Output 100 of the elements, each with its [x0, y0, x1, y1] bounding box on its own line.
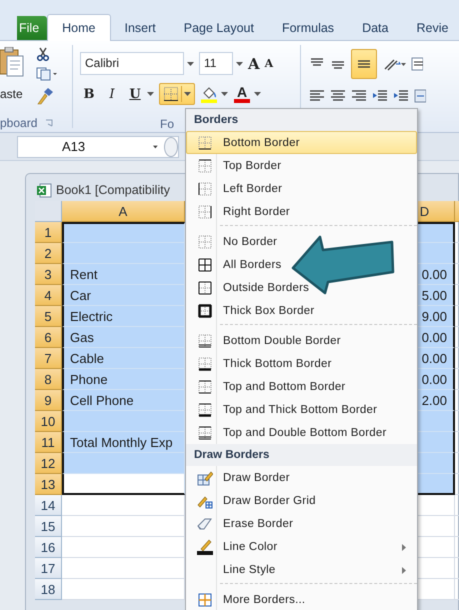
row-header[interactable]: 17 — [35, 558, 62, 579]
increase-indent-icon[interactable] — [393, 89, 409, 103]
menu-item[interactable]: Top Border — [186, 154, 417, 177]
merge-icon[interactable] — [414, 89, 426, 103]
menu-item[interactable]: Line Style — [186, 558, 417, 581]
ribbon-tab[interactable]: Page Layout — [170, 16, 268, 40]
ribbon-tab[interactable]: Revie — [402, 16, 459, 40]
row-header[interactable]: 16 — [35, 537, 62, 558]
row-header[interactable]: 6 — [35, 327, 62, 348]
menu-item[interactable]: No Border — [186, 230, 417, 253]
caret-icon[interactable] — [221, 92, 228, 96]
border-icon — [198, 258, 212, 272]
border-icon — [198, 426, 212, 440]
border-icon — [198, 136, 212, 150]
table-cell[interactable]: Cell Phone — [62, 390, 185, 411]
ribbon-tab[interactable]: Home — [47, 14, 110, 41]
row-header[interactable]: 9 — [35, 390, 62, 411]
border-icon — [163, 86, 179, 102]
align-center-icon[interactable] — [330, 89, 346, 103]
border-icon — [198, 158, 212, 172]
eraser-icon — [197, 516, 213, 530]
caret-icon — [184, 92, 191, 96]
row-header[interactable]: 1 — [35, 222, 62, 243]
menu-item[interactable]: Line Color — [186, 535, 417, 558]
border-icon — [198, 182, 212, 196]
border-icon — [198, 380, 212, 394]
border-icon — [198, 280, 212, 294]
row-header[interactable]: 4 — [35, 285, 62, 306]
table-cell[interactable]: Electric — [62, 306, 185, 327]
ribbon-tab[interactable]: File — [17, 16, 48, 40]
border-icon — [198, 334, 212, 348]
row-header[interactable]: 5 — [35, 306, 62, 327]
menu-section-title: Borders — [186, 109, 417, 131]
paste-label[interactable]: aste — [0, 87, 23, 101]
menu-item[interactable]: More Borders... — [186, 588, 417, 610]
row-header[interactable]: 11 — [35, 432, 62, 453]
row-header[interactable]: 8 — [35, 369, 62, 390]
pencil-grid-icon — [197, 470, 213, 486]
fill-color-icon[interactable] — [200, 85, 218, 104]
font-size-box[interactable]: 11 — [199, 52, 233, 75]
caret-icon[interactable] — [153, 144, 158, 148]
menu-item[interactable]: Left Border — [186, 177, 417, 200]
table-cell[interactable]: Car — [62, 285, 185, 306]
menu-item[interactable]: Draw Border Grid — [186, 489, 417, 512]
row-header[interactable]: 12 — [35, 453, 62, 474]
border-icon — [198, 204, 212, 218]
group-label: pboard — [0, 116, 38, 130]
excel-file-icon — [37, 182, 52, 198]
row-header[interactable]: 18 — [35, 579, 62, 600]
border-icon — [198, 234, 212, 248]
align-left-icon[interactable] — [309, 89, 325, 103]
row-header[interactable]: 13 — [35, 474, 62, 495]
table-cell[interactable]: Total Monthly Exp — [62, 432, 185, 453]
shrink-font-button[interactable]: A — [264, 57, 274, 70]
font-color-button[interactable]: A — [233, 85, 251, 104]
caret-icon[interactable] — [254, 92, 261, 96]
menu-item[interactable]: Draw Border — [186, 466, 417, 489]
table-cell[interactable]: Cable — [62, 348, 185, 369]
ribbon-tab[interactable]: Formulas — [268, 16, 348, 40]
align-right-icon[interactable] — [351, 89, 367, 103]
wrap-text-icon[interactable] — [411, 56, 423, 72]
paste-icon[interactable] — [0, 47, 24, 77]
font-name-box[interactable]: Calibri — [80, 52, 184, 75]
format-painter-icon[interactable] — [36, 87, 54, 105]
bottom-align-icon — [358, 60, 370, 68]
pencil-line-icon — [197, 538, 213, 554]
table-cell[interactable] — [62, 222, 185, 243]
row-header[interactable]: 10 — [35, 411, 62, 432]
row-header[interactable]: 14 — [35, 495, 62, 516]
table-cell[interactable]: Phone — [62, 369, 185, 390]
caret-icon[interactable] — [147, 92, 154, 96]
scissors-icon[interactable] — [36, 47, 50, 61]
underline-button[interactable]: U — [126, 86, 144, 102]
caret-icon[interactable] — [236, 62, 243, 66]
ribbon-tab[interactable]: Insert — [110, 16, 170, 40]
grow-font-button[interactable]: A — [248, 54, 260, 72]
row-header[interactable]: 2 — [35, 243, 62, 264]
bottom-align-button[interactable] — [351, 49, 377, 79]
row-header[interactable]: 15 — [35, 516, 62, 537]
row-header[interactable]: 3 — [35, 264, 62, 285]
column-header[interactable]: A — [62, 201, 185, 222]
border-icon — [198, 304, 212, 318]
menu-item[interactable]: Top and Double Bottom Border — [186, 421, 417, 444]
name-box[interactable]: A13 — [62, 139, 86, 154]
menu-item[interactable]: Bottom Border — [186, 131, 417, 154]
row-header[interactable]: 7 — [35, 348, 62, 369]
table-cell[interactable]: Rent — [62, 264, 185, 285]
table-cell[interactable]: Gas — [62, 327, 185, 348]
bold-button[interactable]: B — [80, 86, 98, 102]
italic-button[interactable]: I — [103, 86, 121, 102]
menu-item[interactable]: Erase Border — [186, 512, 417, 535]
group-label: Fo — [160, 116, 174, 131]
grid-icon — [198, 592, 212, 606]
border-icon — [198, 356, 212, 370]
copy-icon[interactable] — [36, 67, 58, 81]
decrease-indent-icon[interactable] — [372, 89, 388, 103]
workbook-title: Book1 [Compatibility — [56, 183, 170, 197]
ribbon-tab[interactable]: Data — [348, 16, 402, 40]
caret-icon[interactable] — [187, 62, 194, 66]
borders-button[interactable] — [159, 83, 195, 106]
